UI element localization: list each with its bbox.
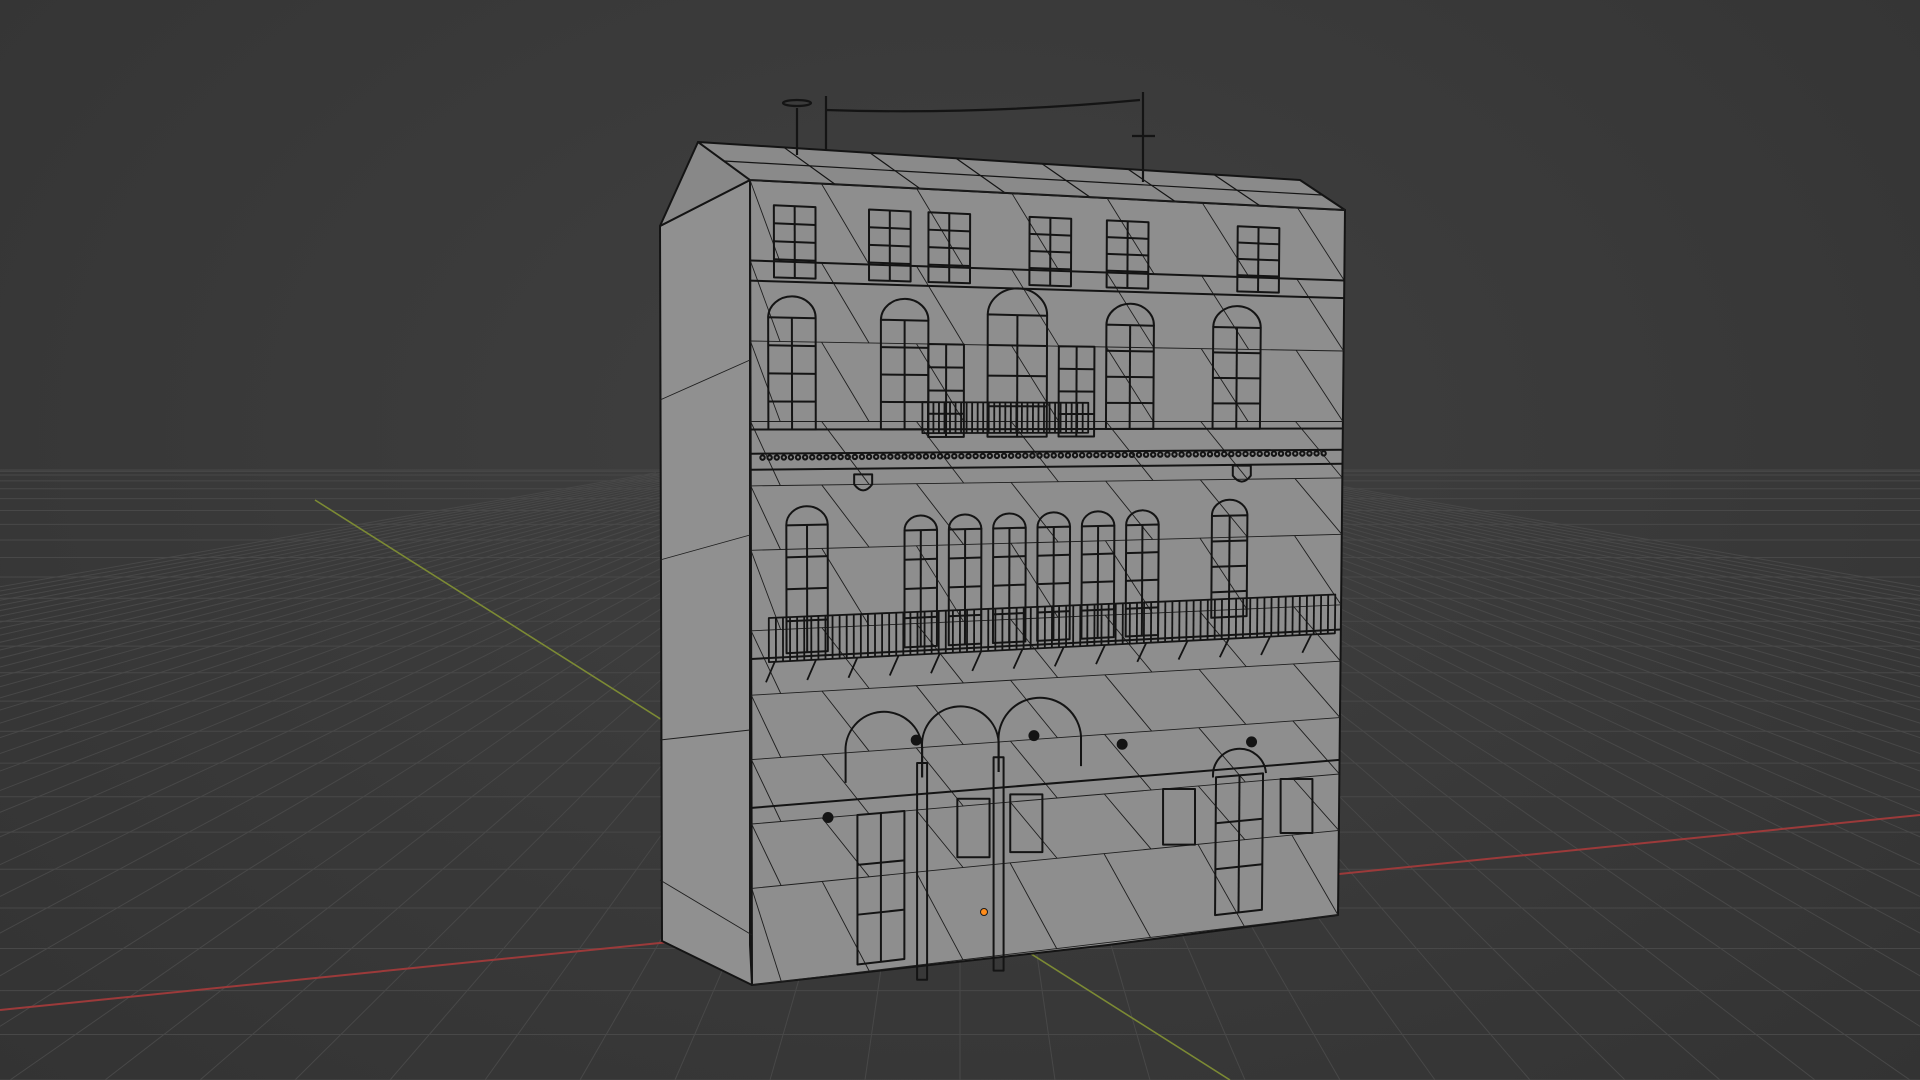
building-mesh[interactable] <box>659 92 1346 986</box>
arcade-window-5-transom <box>1125 578 1159 582</box>
top-window-4-transom <box>1106 269 1149 274</box>
arcade-window-0-transom <box>904 586 938 590</box>
balcony-window-center-transom <box>987 374 1047 378</box>
arcade-window-5-transom <box>1126 551 1159 555</box>
balcony-window-center-transom <box>987 344 1048 347</box>
3d-viewport[interactable] <box>0 0 1920 1080</box>
top-window-0-transom <box>773 258 816 262</box>
arcade-window-2-transom <box>993 583 1026 587</box>
arcade-window-1-transom <box>948 556 982 560</box>
object-origin <box>980 908 988 916</box>
wall-lamp-2 <box>1028 730 1040 742</box>
third-floor-window-right-transom <box>1211 539 1248 543</box>
arched-window-1-transom <box>880 346 929 349</box>
top-window-5-transom <box>1237 274 1279 278</box>
arcade-window-3-transom <box>1037 610 1070 614</box>
arcade-window-1-transom <box>948 585 982 589</box>
top-window-2-transom <box>928 263 971 267</box>
third-floor-window-side-transom <box>786 555 828 559</box>
wall-lamp-3 <box>1116 738 1128 750</box>
arcade-window-2-transom <box>993 555 1026 559</box>
arcade-window-3-transom <box>1037 581 1070 586</box>
arched-window-2-transom <box>1106 349 1154 353</box>
arched-window-0-transom <box>768 344 816 348</box>
side-wall <box>659 179 753 986</box>
arcade-window-4-transom <box>1081 580 1115 584</box>
arcade-window-0-transom <box>904 557 938 561</box>
wall-lamp-0 <box>822 812 834 823</box>
top-window-3-transom <box>1029 267 1072 271</box>
wall-lamp-1 <box>910 734 922 746</box>
double-door-right-split <box>1237 775 1241 913</box>
third-floor-window-right-transom <box>1211 589 1247 594</box>
arcade-window-4-transom <box>1081 552 1115 556</box>
arcade-window-3-transom <box>1037 553 1070 557</box>
top-window-1-transom <box>868 261 911 265</box>
wall-lamp-4 <box>1246 736 1258 748</box>
arched-window-3-transom <box>1213 351 1261 355</box>
scene <box>0 92 1920 1080</box>
third-floor-window-right-transom <box>1211 564 1248 568</box>
